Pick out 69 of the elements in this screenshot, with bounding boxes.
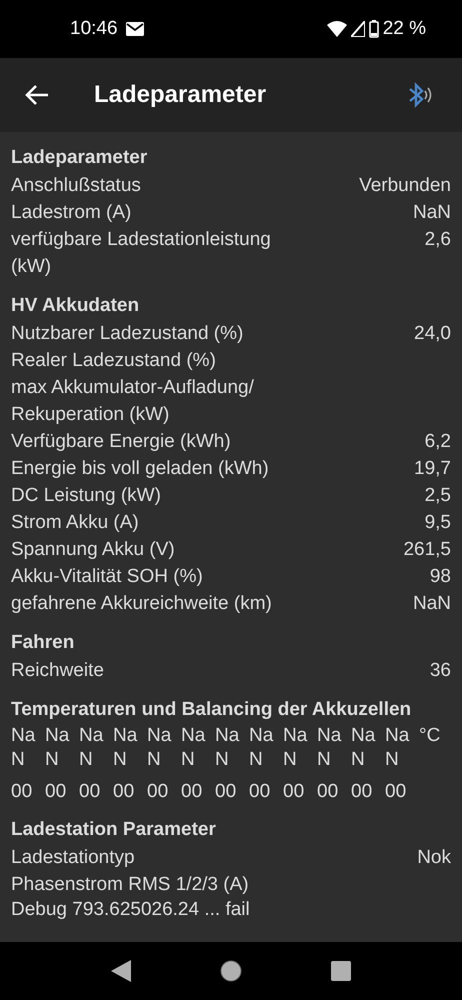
section-heading: HV Akkudaten bbox=[11, 294, 140, 318]
cell-temperature: NaN bbox=[385, 724, 410, 772]
screen-title: Ladeparameter bbox=[94, 80, 266, 110]
mail-icon bbox=[126, 22, 144, 36]
section-heading: Ladestation Parameter bbox=[11, 818, 217, 842]
cell-balancing: 00 bbox=[113, 780, 136, 804]
cell-temperature: NaN bbox=[181, 724, 206, 772]
parameter-value: NaN bbox=[412, 201, 451, 225]
cell-temperature: NaN bbox=[113, 724, 138, 772]
parameter-value: 9,5 bbox=[424, 511, 451, 535]
battery-percent: 22 % bbox=[382, 16, 426, 41]
parameter-value: NaN bbox=[412, 592, 451, 616]
parameter-label: verfügbare Ladestationleistung (kW) bbox=[11, 228, 272, 279]
cell-temperature: NaN bbox=[317, 724, 342, 772]
parameter-label: Akku-Vitalität SOH (%) bbox=[11, 565, 203, 589]
clock: 10:46 bbox=[70, 16, 118, 41]
parameter-value: 98 bbox=[430, 565, 451, 589]
temperature-unit: °C bbox=[419, 724, 440, 748]
cell-temperature: NaN bbox=[11, 724, 36, 772]
parameter-label: Ladestrom (A) bbox=[11, 201, 132, 225]
parameter-label: Energie bis voll geladen (kWh) bbox=[11, 457, 269, 481]
parameter-value: 261,5 bbox=[403, 538, 451, 562]
back-nav-button[interactable] bbox=[111, 960, 131, 982]
section-heading: Ladeparameter bbox=[11, 146, 148, 170]
parameter-label: Verfügbare Energie (kWh) bbox=[11, 430, 231, 454]
cell-balancing: 00 bbox=[283, 780, 306, 804]
parameter-label: Anschlußstatus bbox=[11, 174, 141, 198]
cell-balancing: 00 bbox=[45, 780, 68, 804]
cell-balancing: 00 bbox=[79, 780, 102, 804]
cell-balancing: 00 bbox=[317, 780, 340, 804]
cell-balancing: 00 bbox=[215, 780, 238, 804]
cell-balancing: 00 bbox=[249, 780, 272, 804]
parameter-label: Phasenstrom RMS 1/2/3 (A) bbox=[11, 873, 249, 897]
parameter-value: 36 bbox=[430, 659, 451, 683]
cell-temperature: NaN bbox=[215, 724, 240, 772]
debug-status: Debug 793.625026.24 ... fail bbox=[11, 898, 251, 922]
cell-temperature: NaN bbox=[351, 724, 376, 772]
parameter-label: DC Leistung (kW) bbox=[11, 484, 161, 508]
parameter-value: 6,2 bbox=[424, 430, 451, 454]
parameter-label: Realer Ladezustand (%) bbox=[11, 349, 216, 373]
parameter-label: gefahrene Akkureichweite (km) bbox=[11, 592, 272, 616]
wifi-icon bbox=[326, 21, 347, 37]
parameter-value: Verbunden bbox=[359, 174, 451, 198]
cell-temperature: NaN bbox=[249, 724, 274, 772]
cell-balancing: 00 bbox=[181, 780, 204, 804]
parameter-label: max Akkumulator-Aufladung/ Rekuperation (kW) bbox=[11, 376, 255, 427]
cell-balancing: 00 bbox=[385, 780, 408, 804]
cell-temperature: NaN bbox=[147, 724, 172, 772]
cell-temperature: NaN bbox=[283, 724, 308, 772]
parameter-value: 24,0 bbox=[414, 322, 451, 346]
signal-icon bbox=[350, 21, 365, 37]
parameter-label: Spannung Akku (V) bbox=[11, 538, 175, 562]
section-heading: Fahren bbox=[11, 631, 76, 655]
cell-balancing: 00 bbox=[147, 780, 170, 804]
parameter-label: Strom Akku (A) bbox=[11, 511, 139, 535]
section-heading: Temperaturen und Balancing der Akkuzellen bbox=[11, 698, 412, 722]
parameter-label: Nutzbarer Ladezustand (%) bbox=[11, 322, 244, 346]
parameter-value: 2,6 bbox=[424, 228, 451, 252]
cell-temperature: NaN bbox=[45, 724, 70, 772]
cell-balancing: 00 bbox=[351, 780, 374, 804]
parameter-value: Nok bbox=[417, 846, 451, 870]
parameter-label: Ladestationtyp bbox=[11, 846, 135, 870]
cell-temperature: NaN bbox=[79, 724, 104, 772]
home-button[interactable] bbox=[219, 959, 243, 983]
parameter-value: 2,5 bbox=[424, 484, 451, 508]
parameter-label: Reichweite bbox=[11, 659, 104, 683]
parameter-value: 19,7 bbox=[414, 457, 451, 481]
battery-icon bbox=[368, 20, 379, 38]
cell-balancing: 00 bbox=[11, 780, 34, 804]
